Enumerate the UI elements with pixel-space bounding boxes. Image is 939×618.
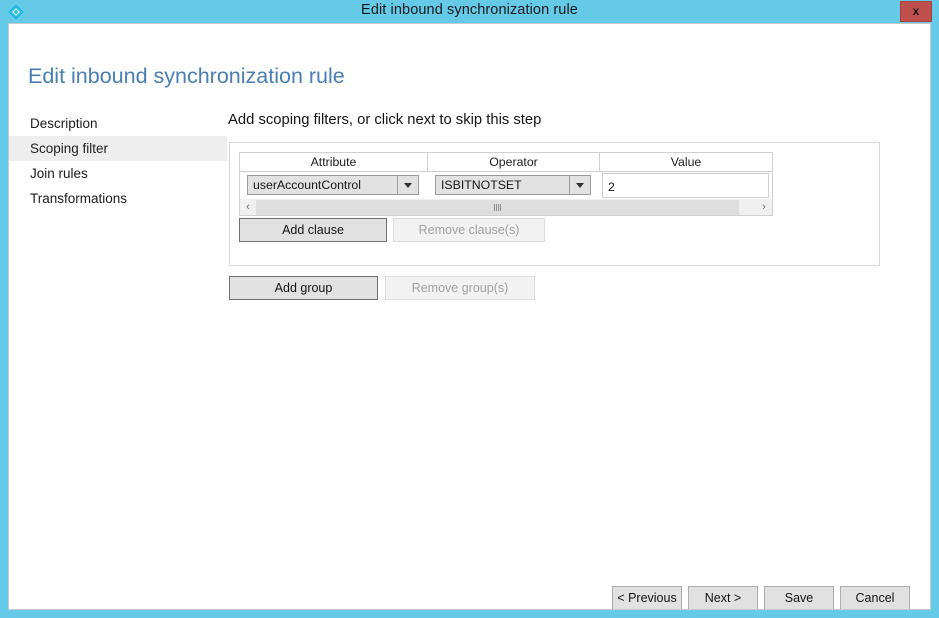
scroll-right-icon[interactable]: ›	[756, 199, 772, 215]
dialog-client-area: Edit inbound synchronization rule Descri…	[8, 23, 931, 610]
sidebar-item-description[interactable]: Description	[9, 111, 227, 136]
sidebar-item-scoping-filter[interactable]: Scoping filter	[9, 136, 227, 161]
sidebar-item-label: Scoping filter	[30, 141, 109, 156]
column-header-attribute: Attribute	[240, 153, 428, 171]
chevron-down-icon[interactable]	[397, 176, 418, 194]
scroll-left-icon[interactable]: ‹	[240, 199, 256, 215]
previous-button[interactable]: < Previous	[612, 586, 682, 609]
attribute-dropdown[interactable]: userAccountControl	[247, 175, 419, 195]
cancel-button[interactable]: Cancel	[840, 586, 910, 609]
value-input[interactable]	[602, 173, 769, 198]
remove-group-button: Remove group(s)	[385, 276, 535, 300]
scrollbar-thumb[interactable]	[256, 199, 739, 215]
horizontal-scrollbar[interactable]: ‹ ›	[239, 199, 773, 216]
remove-clause-button: Remove clause(s)	[393, 218, 545, 242]
operator-dropdown[interactable]: ISBITNOTSET	[435, 175, 591, 195]
cell-attribute: userAccountControl	[240, 172, 428, 199]
sidebar-item-transformations[interactable]: Transformations	[9, 186, 227, 211]
title-bar: Edit inbound synchronization rule x	[0, 0, 939, 23]
add-group-button[interactable]: Add group	[229, 276, 378, 300]
page-title: Edit inbound synchronization rule	[28, 64, 345, 88]
add-clause-button[interactable]: Add clause	[239, 218, 387, 242]
scrollbar-track[interactable]	[256, 199, 756, 215]
dialog-window: Edit inbound synchronization rule x Edit…	[0, 0, 939, 618]
table-row: userAccountControl ISBITNOTSET	[239, 172, 773, 199]
column-header-operator: Operator	[428, 153, 600, 171]
scoping-group-panel: Attribute Operator Value userAccountCont…	[229, 142, 880, 266]
attribute-dropdown-value: userAccountControl	[253, 178, 361, 192]
window-title: Edit inbound synchronization rule	[361, 2, 578, 18]
dialog-footer: < Previous Next > Save Cancel	[9, 574, 930, 609]
sidebar-item-label: Join rules	[30, 166, 88, 181]
sidebar-item-label: Description	[30, 116, 98, 131]
close-button[interactable]: x	[900, 1, 932, 22]
next-button[interactable]: Next >	[688, 586, 758, 609]
operator-dropdown-value: ISBITNOTSET	[441, 178, 522, 192]
clause-grid-header: Attribute Operator Value	[239, 152, 773, 172]
sidebar-item-label: Transformations	[30, 191, 128, 206]
wizard-step-nav: Description Scoping filter Join rules Tr…	[9, 111, 227, 211]
sidebar-item-join-rules[interactable]: Join rules	[9, 161, 227, 186]
chevron-down-icon[interactable]	[569, 176, 590, 194]
cell-value	[600, 172, 772, 199]
save-button[interactable]: Save	[764, 586, 834, 609]
clause-grid: Attribute Operator Value userAccountCont…	[239, 152, 773, 216]
cell-operator: ISBITNOTSET	[428, 172, 600, 199]
instruction-text: Add scoping filters, or click next to sk…	[228, 112, 542, 128]
column-header-value: Value	[670, 155, 702, 169]
scrollbar-grip-icon	[494, 203, 501, 211]
